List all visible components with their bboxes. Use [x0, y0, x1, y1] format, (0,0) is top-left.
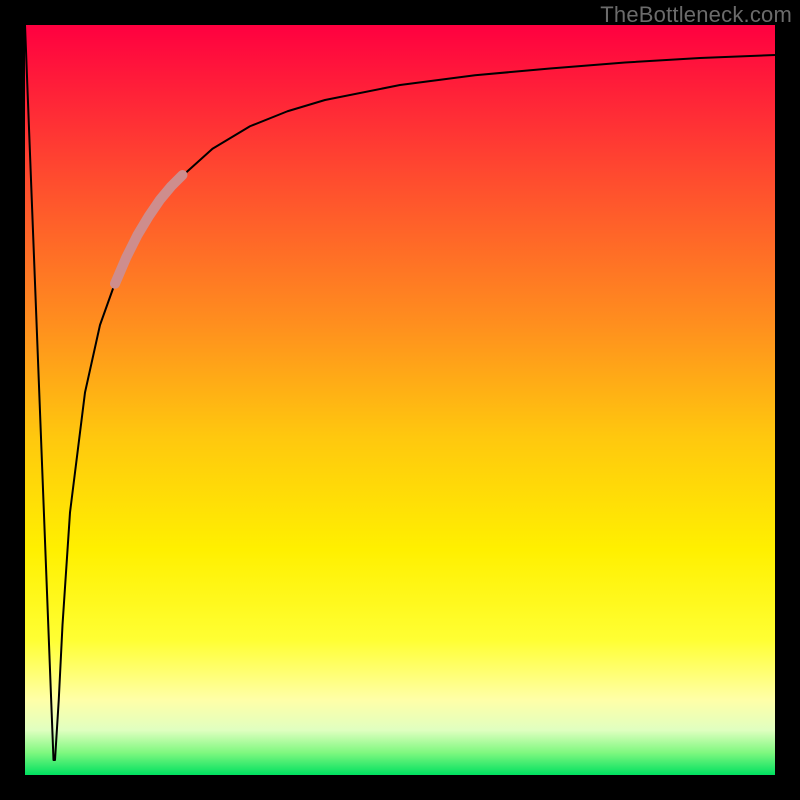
chart-frame: TheBottleneck.com: [0, 0, 800, 800]
gradient-background: [25, 25, 775, 775]
chart-svg: [25, 25, 775, 775]
plot-area: [25, 25, 775, 775]
watermark-text: TheBottleneck.com: [600, 2, 792, 28]
